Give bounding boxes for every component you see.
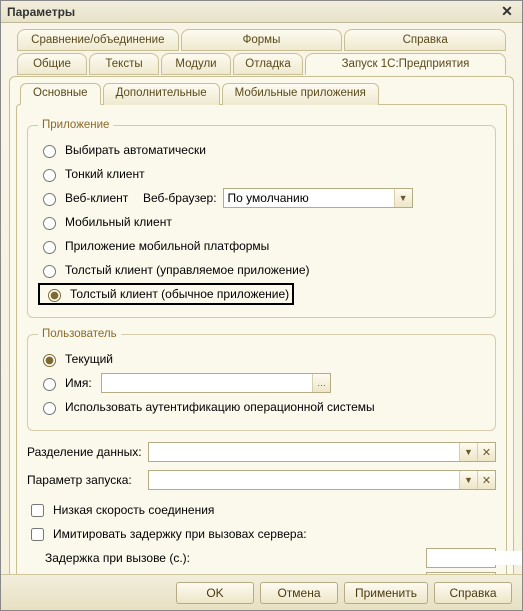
cancel-button[interactable]: Отмена xyxy=(260,582,338,604)
delay-call-input[interactable] xyxy=(427,551,522,565)
parameters-dialog: Параметры ✕ Сравнение/объединение Формы … xyxy=(0,0,523,611)
label-mobile-platform: Приложение мобильной платформы xyxy=(65,239,269,253)
apply-button[interactable]: Применить xyxy=(344,582,428,604)
user-group: Пользователь Текущий Имя: … Использовать… xyxy=(27,328,496,431)
radio-auto[interactable] xyxy=(43,145,56,158)
tab-texts[interactable]: Тексты xyxy=(89,53,159,75)
radio-thin[interactable] xyxy=(43,169,56,182)
label-auto: Выбирать автоматически xyxy=(65,143,206,157)
tab-debug[interactable]: Отладка xyxy=(233,53,303,75)
user-name-input[interactable] xyxy=(102,374,312,392)
tab-row-2: Общие Тексты Модули Отладка Запуск 1С:Пр… xyxy=(9,53,514,75)
title-bar: Параметры ✕ xyxy=(1,1,522,23)
label-current-user: Текущий xyxy=(65,352,113,366)
tab-modules[interactable]: Модули xyxy=(161,53,231,75)
label-os-auth: Использовать аутентификацию операционной… xyxy=(65,400,375,414)
user-legend: Пользователь xyxy=(38,328,121,340)
inner-tab-mobile[interactable]: Мобильные приложения xyxy=(222,83,379,105)
application-legend: Приложение xyxy=(38,119,113,131)
radio-mobile-platform[interactable] xyxy=(43,241,56,254)
label-low-speed: Низкая скорость соединения xyxy=(53,503,214,517)
data-separation-combo[interactable]: ▼ ✕ xyxy=(148,442,496,462)
chevron-down-icon[interactable]: ▼ xyxy=(394,189,412,207)
label-thick-ordinary: Толстый клиент (обычное приложение) xyxy=(70,287,289,301)
web-browser-combo[interactable]: ▼ xyxy=(223,188,413,208)
radio-thick-ordinary[interactable] xyxy=(48,289,61,302)
radio-thick-managed[interactable] xyxy=(43,265,56,278)
web-browser-value[interactable] xyxy=(224,189,394,207)
label-sim-delay: Имитировать задержку при вызовах сервера… xyxy=(53,527,307,541)
launch-panel: Основные Дополнительные Мобильные прилож… xyxy=(9,76,514,574)
tab-compare[interactable]: Сравнение/объединение xyxy=(17,29,179,51)
delay-call-spin[interactable]: ▲▼ xyxy=(426,548,496,568)
tab-help[interactable]: Справка xyxy=(344,29,506,51)
dialog-buttons: OK Отмена Применить Справка xyxy=(1,574,522,610)
ellipsis-icon[interactable]: … xyxy=(312,374,330,392)
help-button[interactable]: Справка xyxy=(434,582,512,604)
chevron-down-icon[interactable]: ▼ xyxy=(459,443,477,461)
check-sim-delay[interactable] xyxy=(31,528,44,541)
data-separation-input[interactable] xyxy=(149,443,459,461)
tab-row-1: Сравнение/объединение Формы Справка xyxy=(9,29,514,51)
label-data-separation: Разделение данных: xyxy=(27,445,142,459)
label-thick-managed: Толстый клиент (управляемое приложение) xyxy=(65,263,309,277)
radio-os-auth[interactable] xyxy=(43,402,56,415)
tab-launch-1c[interactable]: Запуск 1С:Предприятия xyxy=(305,53,506,75)
label-web-browser: Веб-браузер: xyxy=(143,191,217,205)
launch-param-input[interactable] xyxy=(149,471,459,489)
label-mobile: Мобильный клиент xyxy=(65,215,172,229)
radio-mobile[interactable] xyxy=(43,217,56,230)
label-delay-call: Задержка при вызове (с.): xyxy=(45,551,420,565)
inner-tab-additional[interactable]: Дополнительные xyxy=(103,83,220,105)
label-launch-param: Параметр запуска: xyxy=(27,473,142,487)
check-low-speed[interactable] xyxy=(31,504,44,517)
highlighted-option: Толстый клиент (обычное приложение) xyxy=(38,283,294,305)
inner-tab-row: Основные Дополнительные Мобильные прилож… xyxy=(20,83,507,105)
close-icon[interactable]: ✕ xyxy=(498,4,516,20)
radio-web[interactable] xyxy=(43,193,56,206)
radio-name-user[interactable] xyxy=(43,378,56,391)
clear-icon[interactable]: ✕ xyxy=(477,471,495,489)
tab-general[interactable]: Общие xyxy=(17,53,87,75)
ok-button[interactable]: OK xyxy=(176,582,254,604)
label-thin: Тонкий клиент xyxy=(65,167,145,181)
launch-param-combo[interactable]: ▼ ✕ xyxy=(148,470,496,490)
radio-current-user[interactable] xyxy=(43,354,56,367)
inner-tab-main[interactable]: Основные xyxy=(20,83,101,105)
application-group: Приложение Выбирать автоматически Тонкий… xyxy=(27,119,496,318)
content-area: Сравнение/объединение Формы Справка Общи… xyxy=(1,23,522,574)
main-panel: Приложение Выбирать автоматически Тонкий… xyxy=(16,104,507,574)
window-title: Параметры xyxy=(7,5,498,19)
user-name-combo[interactable]: … xyxy=(101,373,331,393)
tab-forms[interactable]: Формы xyxy=(181,29,343,51)
delay-send-spin[interactable]: ▲▼ xyxy=(426,572,496,574)
clear-icon[interactable]: ✕ xyxy=(477,443,495,461)
label-name-user: Имя: xyxy=(65,376,95,390)
chevron-down-icon[interactable]: ▼ xyxy=(459,471,477,489)
label-web: Веб-клиент xyxy=(65,191,137,205)
